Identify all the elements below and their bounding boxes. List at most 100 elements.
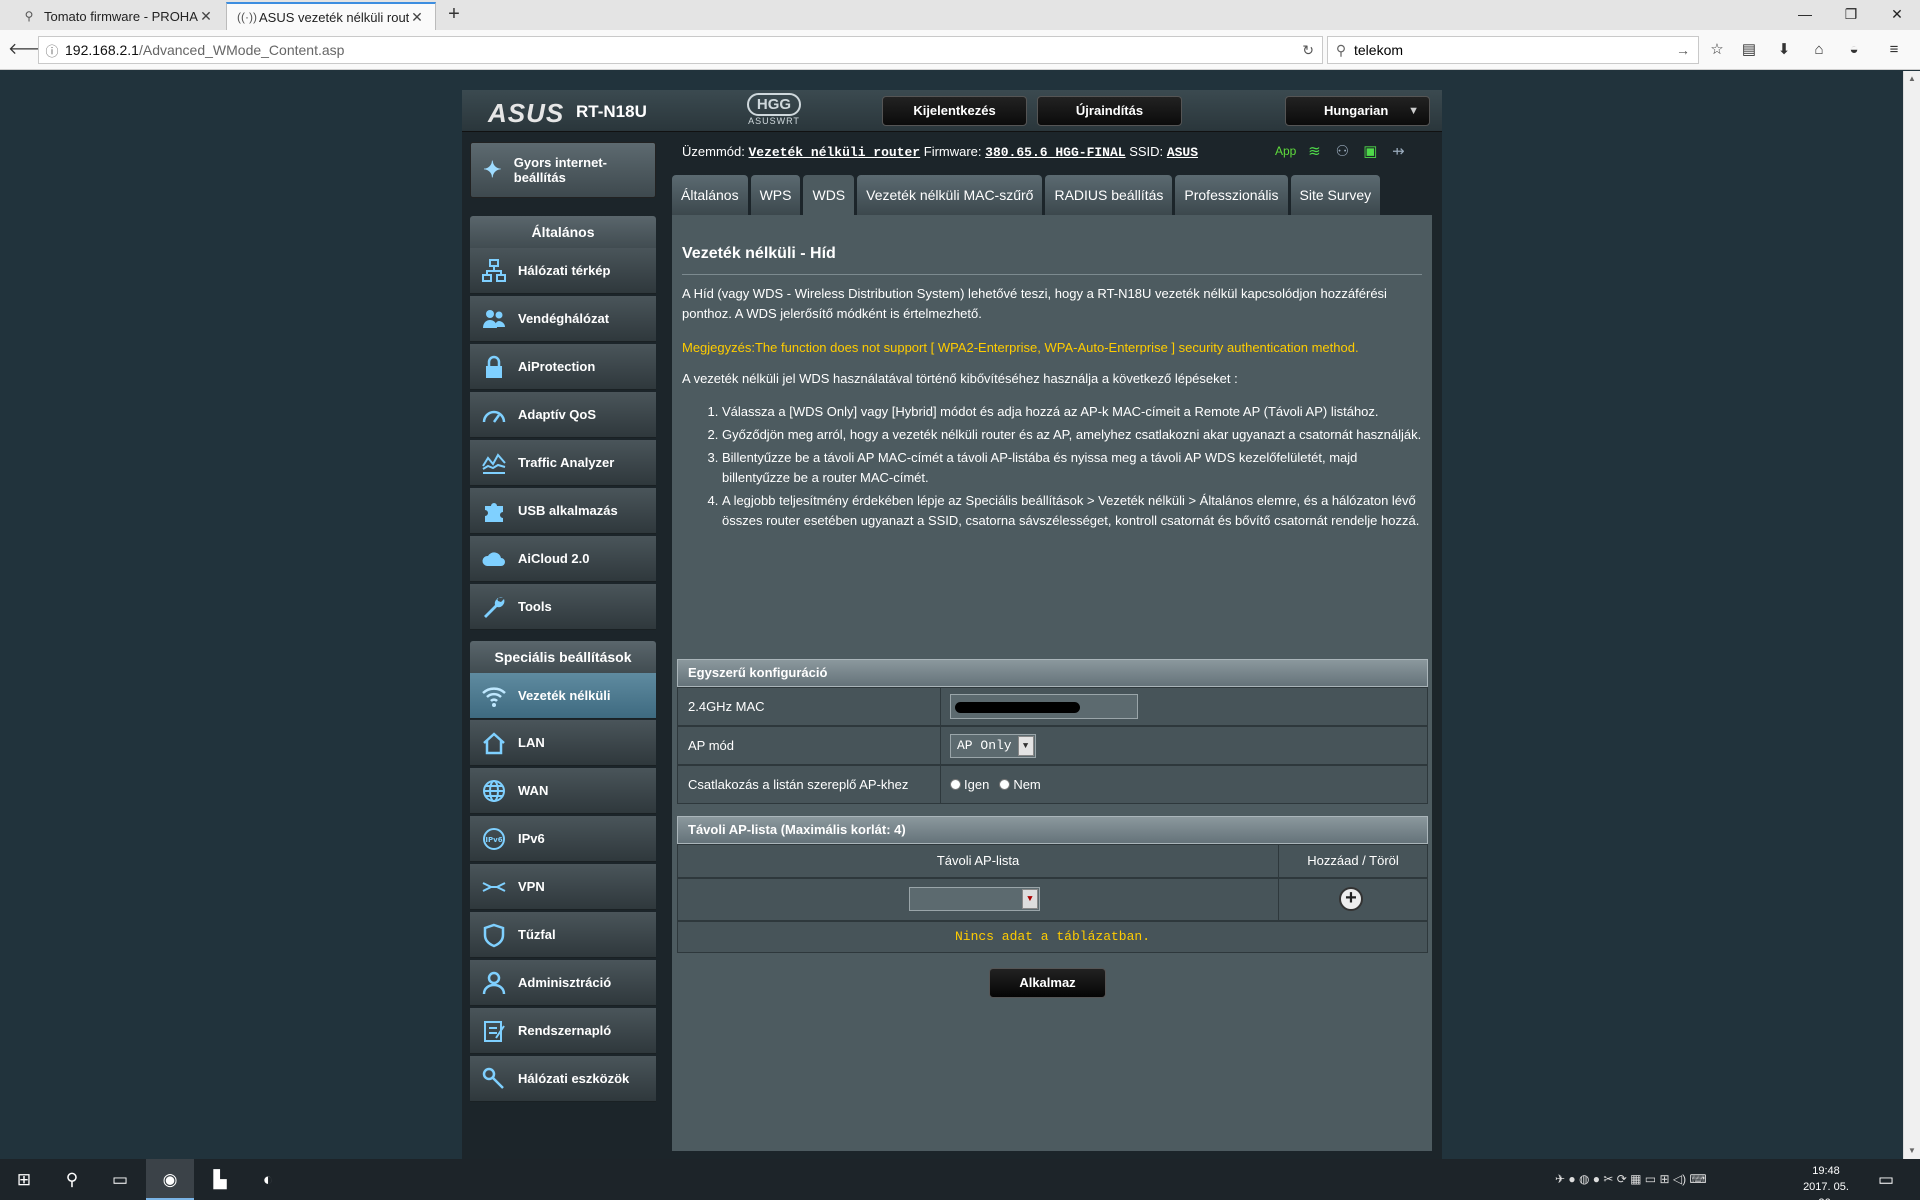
chevron-down-icon[interactable]: ▼: [1022, 889, 1038, 909]
firmware-label: Firmware:: [923, 144, 982, 159]
language-select[interactable]: Hungarian ▼: [1285, 96, 1430, 126]
info-icon[interactable]: ⓘ: [39, 41, 65, 60]
download-icon[interactable]: ⬇: [1770, 38, 1798, 62]
ap-mode-select[interactable]: AP Only ▼: [950, 733, 1036, 758]
search-bar[interactable]: ⚲ telekom →: [1327, 36, 1699, 64]
scroll-up-icon[interactable]: ▲: [1904, 71, 1920, 87]
reading-list-icon[interactable]: ▤: [1735, 38, 1763, 62]
puzzle-icon: [470, 498, 518, 524]
logout-button[interactable]: Kijelentkezés: [882, 96, 1027, 126]
sidebar-item-usb-application[interactable]: USB alkalmazás: [470, 488, 656, 534]
sidebar-item-aiprotection[interactable]: AiProtection: [470, 344, 656, 390]
restore-button[interactable]: ❐: [1828, 0, 1874, 30]
sidebar-item-traffic-analyzer[interactable]: Traffic Analyzer: [470, 440, 656, 486]
network-status-icon[interactable]: ▣: [1360, 142, 1380, 160]
sidebar-item-wireless[interactable]: Vezeték nélküli: [470, 673, 656, 719]
back-button[interactable]: 🡐: [8, 38, 51, 62]
app-link[interactable]: App: [1275, 144, 1296, 158]
sidebar-item-aicloud[interactable]: AiCloud 2.0: [470, 536, 656, 582]
tab-wps[interactable]: WPS: [750, 175, 801, 215]
sidebar-item-label: Adminisztráció: [518, 975, 612, 990]
sidebar-item-label: VPN: [518, 879, 545, 894]
firefox-icon[interactable]: ◉: [146, 1159, 194, 1200]
ap-mode-selected: AP Only: [957, 738, 1012, 753]
sidebar-item-ipv6[interactable]: IPv6 IPv6: [470, 816, 656, 862]
bookmark-star-icon[interactable]: ☆: [1703, 38, 1731, 62]
clock[interactable]: 19:48 2017. 05. 26.: [1796, 1163, 1856, 1200]
sidebar-item-wan[interactable]: WAN: [470, 768, 656, 814]
browser-tab-asus[interactable]: ((·)) ASUS vezeték nélküli router ✕: [226, 2, 436, 30]
notifications-icon[interactable]: ▭: [1866, 1159, 1906, 1200]
remote-ap-column-headers: Távoli AP-lista Hozzáad / Töröl: [677, 844, 1428, 878]
app-icon[interactable]: ▙: [196, 1159, 244, 1200]
close-icon[interactable]: ✕: [409, 9, 425, 26]
apply-button[interactable]: Alkalmaz: [989, 968, 1106, 998]
radio-yes[interactable]: [950, 779, 961, 790]
new-tab-button[interactable]: +: [442, 3, 466, 26]
sidebar-item-label: Tűzfal: [518, 927, 556, 942]
menu-icon[interactable]: ≡: [1880, 38, 1908, 62]
browser-tab-strip: ⚲ Tomato firmware - PROHAR ✕ ((·)) ASUS …: [0, 0, 1920, 30]
sidebar-item-firewall[interactable]: Tűzfal: [470, 912, 656, 958]
sidebar-item-system-log[interactable]: Rendszernapló: [470, 1008, 656, 1054]
wifi-status-icon[interactable]: ≋: [1304, 142, 1324, 160]
ap-mode-label: AP mód: [678, 727, 941, 764]
tab-site-survey[interactable]: Site Survey: [1290, 175, 1381, 215]
tab-general[interactable]: Általános: [672, 175, 748, 215]
usb-status-icon[interactable]: ⇸: [1388, 142, 1408, 160]
add-icon[interactable]: +: [1339, 887, 1363, 911]
ssid-link[interactable]: ASUS: [1167, 145, 1198, 160]
scroll-down-icon[interactable]: ▼: [1904, 1143, 1920, 1159]
sidebar-item-vpn[interactable]: VPN: [470, 864, 656, 910]
hgg-badge: HGG: [746, 93, 802, 116]
tab-radius[interactable]: RADIUS beállítás: [1045, 175, 1173, 215]
browser-tab-tomato[interactable]: ⚲ Tomato firmware - PROHAR ✕: [12, 2, 224, 30]
sidebar-item-guest-network[interactable]: Vendéghálózat: [470, 296, 656, 342]
tray-icons[interactable]: ✈ ● ◍ ● ✂ ⟳ ▦ ▭ ⊞ ◁) ⌨: [1555, 1159, 1707, 1200]
sidebar-item-tools[interactable]: Tools: [470, 584, 656, 630]
sidebar-item-label: Rendszernapló: [518, 1023, 612, 1038]
task-view-icon[interactable]: ▭: [96, 1159, 144, 1200]
mac-field[interactable]: [950, 694, 1138, 719]
sidebar-item-adaptive-qos[interactable]: Adaptív QoS: [470, 392, 656, 438]
reload-icon[interactable]: ↻: [1302, 42, 1314, 59]
connect-row: Csatlakozás a listán szereplő AP-khez Ig…: [677, 765, 1428, 804]
window-close-button[interactable]: ✕: [1874, 0, 1920, 30]
shield-icon: [470, 922, 518, 948]
note-text: Megjegyzés:The function does not support…: [682, 340, 1359, 355]
tab-mac-filter[interactable]: Vezeték nélküli MAC-szűrő: [857, 175, 1043, 215]
router-header: ASUS RT-N18U HGG ASUSWRT Kijelentkezés Ú…: [462, 90, 1442, 132]
user-icon: [470, 970, 518, 996]
go-arrow-icon[interactable]: →: [1676, 42, 1690, 58]
app-icon[interactable]: ◐: [244, 1159, 292, 1200]
mode-link[interactable]: Vezeték nélküli router: [748, 145, 920, 160]
sidebar-item-network-map[interactable]: Hálózati térkép: [470, 248, 656, 294]
chevron-down-icon[interactable]: ▼: [1017, 735, 1034, 756]
home-icon[interactable]: ⌂: [1805, 38, 1833, 62]
tab-professional[interactable]: Professzionális: [1175, 175, 1288, 215]
radio-no[interactable]: [999, 779, 1011, 790]
pocket-icon[interactable]: ◒: [1840, 38, 1868, 62]
quick-internet-setup-button[interactable]: ✦ Gyors internet-beállítás: [470, 142, 656, 198]
sidebar-item-network-tools[interactable]: Hálózati eszközök: [470, 1056, 656, 1102]
search-icon[interactable]: ⚲: [48, 1159, 96, 1200]
intro-text: A Híd (vagy WDS - Wireless Distribution …: [682, 286, 1387, 321]
page-scrollbar[interactable]: ▲ ▼: [1903, 71, 1920, 1159]
windows-start-icon[interactable]: ⊞: [0, 1159, 48, 1200]
gauge-icon: [470, 402, 518, 428]
sidebar-item-administration[interactable]: Adminisztráció: [470, 960, 656, 1006]
ipv6-icon: IPv6: [470, 826, 518, 852]
radio-no-label: Nem: [1013, 777, 1041, 792]
remote-ap-select[interactable]: ▼: [909, 887, 1040, 911]
mac-value: [950, 688, 1138, 725]
url-bar[interactable]: ⓘ 192.168.2.1/Advanced_WMode_Content.asp…: [38, 36, 1323, 64]
tab-wds[interactable]: WDS: [803, 175, 855, 215]
close-icon[interactable]: ✕: [198, 8, 214, 25]
clients-status-icon[interactable]: ⚇: [1332, 142, 1352, 160]
reboot-button[interactable]: Újraindítás: [1037, 96, 1182, 126]
sidebar-item-label: Adaptív QoS: [518, 407, 597, 422]
search-input[interactable]: telekom: [1354, 42, 1403, 58]
minimize-button[interactable]: —: [1782, 0, 1828, 30]
sidebar-item-lan[interactable]: LAN: [470, 720, 656, 766]
firmware-link[interactable]: 380.65.6_HGG-FINAL: [985, 145, 1125, 160]
